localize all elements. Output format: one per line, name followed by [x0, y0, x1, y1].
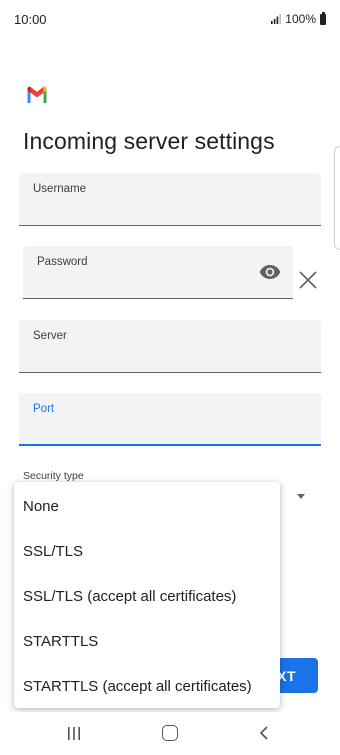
- username-label: Username: [33, 183, 87, 195]
- dropdown-arrow-icon[interactable]: [297, 494, 305, 499]
- password-input[interactable]: [37, 276, 253, 292]
- status-bar: 10:00 100%: [0, 0, 340, 40]
- username-field[interactable]: Username: [19, 173, 321, 226]
- page-title: Incoming server settings: [23, 128, 275, 154]
- clear-password-close-icon[interactable]: [299, 271, 317, 289]
- security-type-label: Security type: [23, 470, 84, 482]
- status-time: 10:00: [14, 12, 47, 27]
- menu-item-ssl-tls[interactable]: SSL/TLS: [14, 529, 280, 574]
- port-field[interactable]: Port: [19, 393, 321, 446]
- server-label: Server: [33, 330, 67, 342]
- port-label: Port: [33, 403, 55, 415]
- gmail-logo-icon: [26, 86, 48, 104]
- signal-icon: [271, 14, 282, 24]
- edge-panel-handle[interactable]: [334, 146, 340, 250]
- status-indicators: 100%: [271, 11, 326, 26]
- navigation-bar: [0, 712, 340, 755]
- security-type-dropdown-menu: None SSL/TLS SSL/TLS (accept all certifi…: [14, 482, 280, 708]
- home-icon[interactable]: [162, 725, 178, 741]
- menu-item-none[interactable]: None: [14, 484, 280, 529]
- username-input[interactable]: [33, 203, 275, 219]
- server-input[interactable]: [33, 350, 275, 366]
- back-icon[interactable]: [258, 726, 270, 740]
- password-label: Password: [37, 256, 88, 268]
- battery-icon: [320, 11, 326, 25]
- recent-apps-icon[interactable]: [67, 727, 81, 740]
- battery-percent: 100%: [285, 12, 316, 26]
- password-field[interactable]: Password: [23, 246, 293, 299]
- menu-item-starttls[interactable]: STARTTLS: [14, 619, 280, 664]
- menu-item-starttls-accept-all[interactable]: STARTTLS (accept all certificates): [14, 664, 280, 709]
- menu-item-ssl-tls-accept-all[interactable]: SSL/TLS (accept all certificates): [14, 574, 280, 619]
- port-input[interactable]: [33, 422, 275, 438]
- server-field[interactable]: Server: [19, 320, 321, 373]
- show-password-eye-icon[interactable]: [259, 264, 281, 280]
